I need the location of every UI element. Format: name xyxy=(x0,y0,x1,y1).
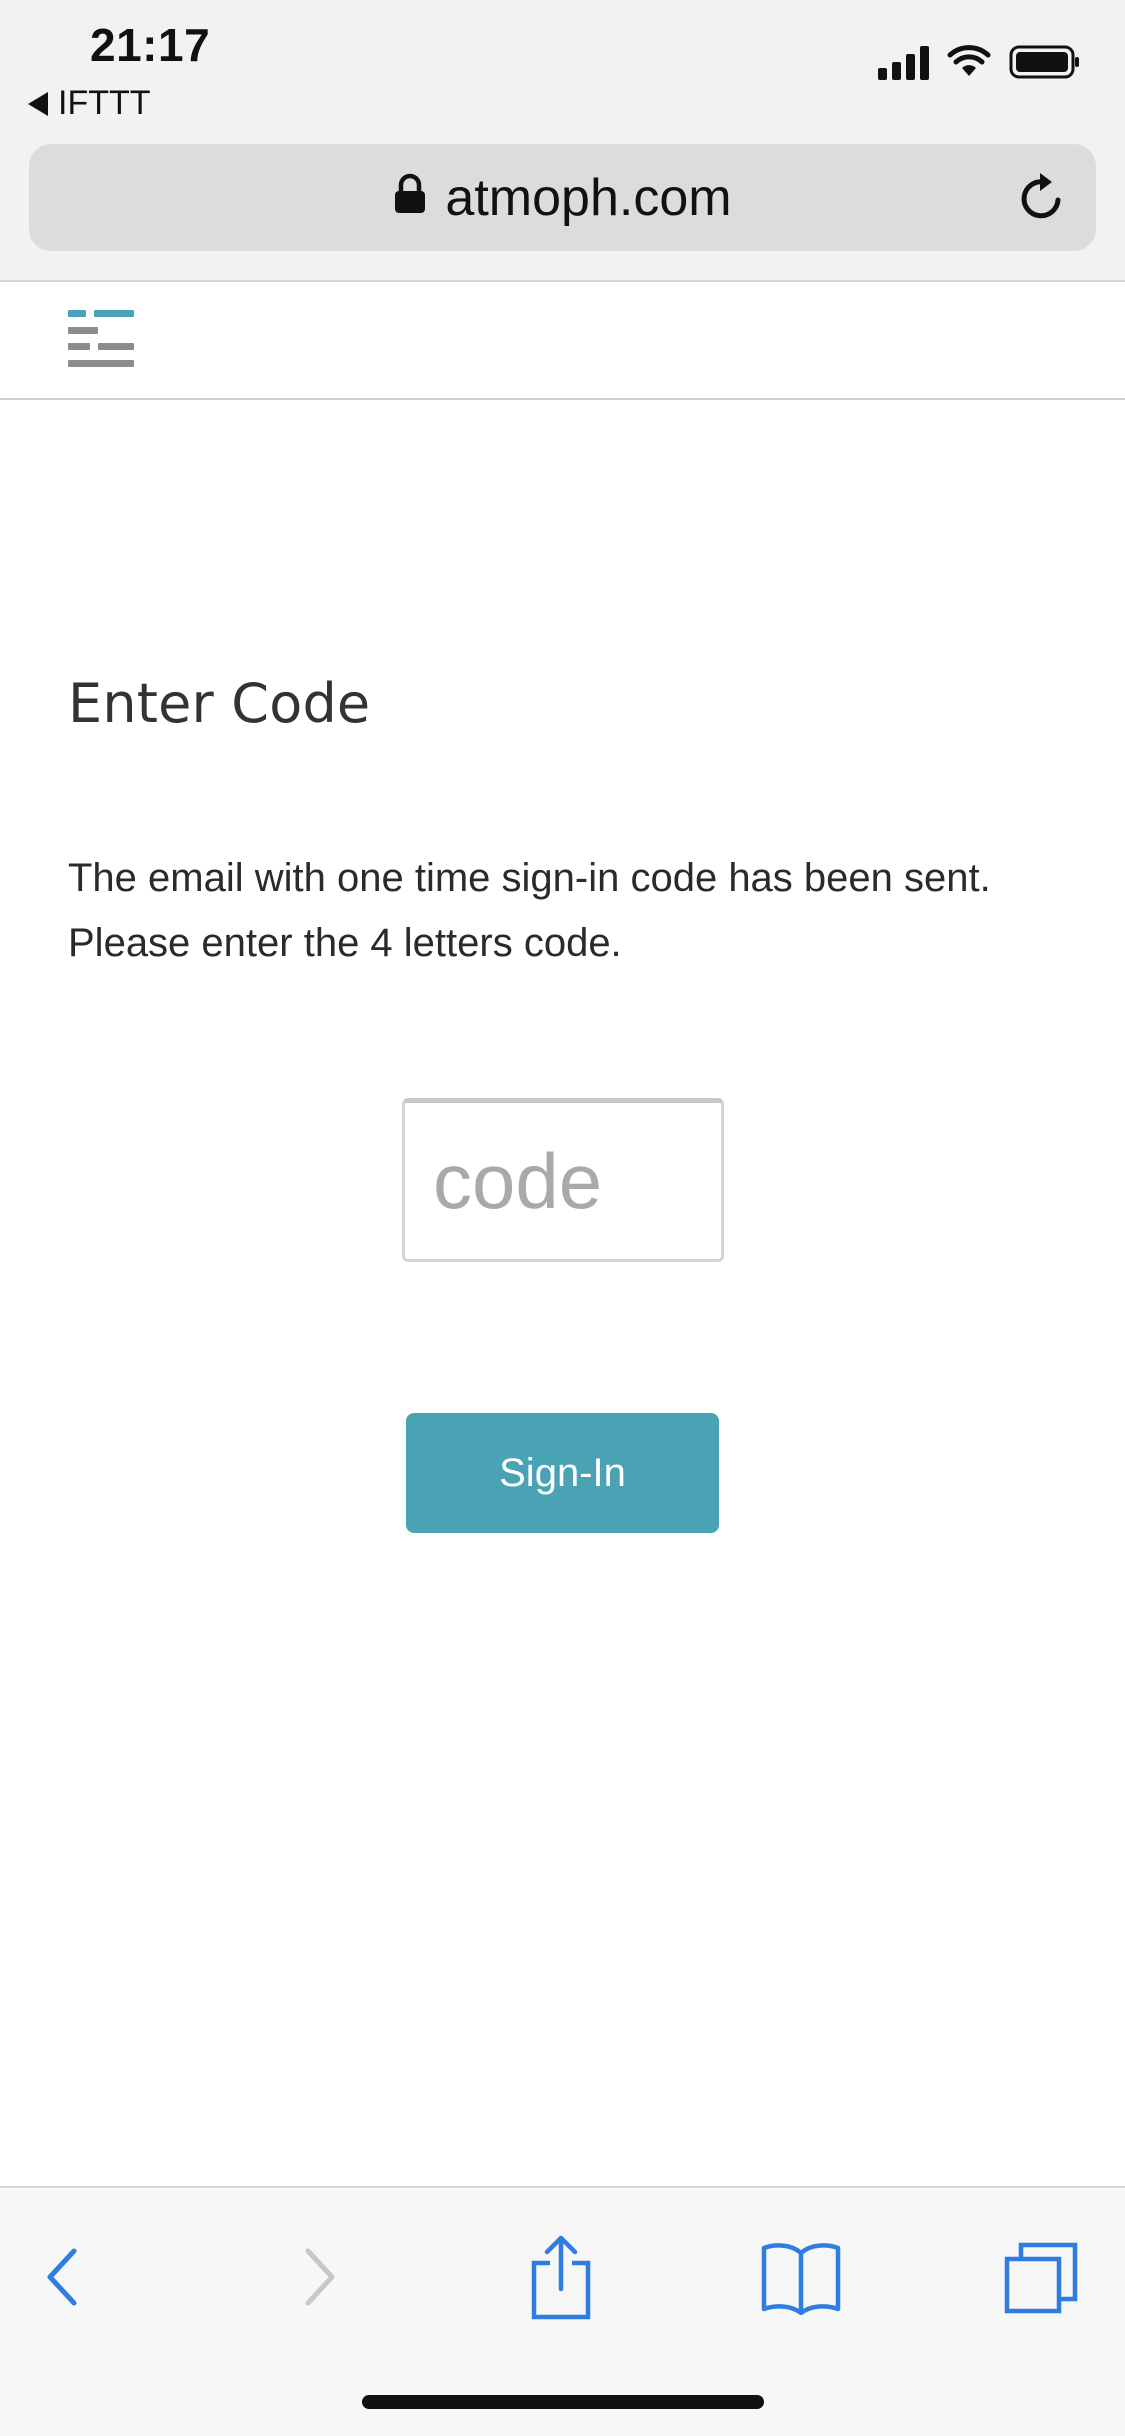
address-bar[interactable]: atmoph.com xyxy=(29,144,1096,251)
home-indicator[interactable] xyxy=(362,2395,764,2409)
back-triangle-icon xyxy=(28,91,48,116)
instruction-line-1: The email with one time sign-in code has… xyxy=(68,856,991,900)
instruction-line-2: Please enter the 4 letters code. xyxy=(68,921,622,965)
sign-in-button[interactable]: Sign-In xyxy=(406,1413,719,1533)
status-indicators xyxy=(878,44,1081,80)
instruction-text: The email with one time sign-in code has… xyxy=(68,846,1068,976)
share-icon[interactable] xyxy=(516,2232,606,2322)
browser-top-chrome: 21:17 IFTTT atmoph.com xyxy=(0,0,1125,282)
page-title: Enter Code xyxy=(68,672,371,735)
url-text: atmoph.com xyxy=(445,168,732,227)
site-header xyxy=(0,282,1125,400)
address-display[interactable]: atmoph.com xyxy=(29,144,1096,251)
menu-icon[interactable] xyxy=(68,308,134,372)
wifi-icon xyxy=(947,45,991,79)
chevron-right-icon[interactable] xyxy=(272,2232,362,2322)
code-input[interactable] xyxy=(402,1098,724,1262)
back-to-app-button[interactable]: IFTTT xyxy=(28,84,151,123)
lock-icon xyxy=(393,168,427,228)
book-icon[interactable] xyxy=(756,2232,846,2322)
status-time: 21:17 xyxy=(90,19,211,71)
chevron-left-icon[interactable] xyxy=(20,2232,110,2322)
back-to-app-label: IFTTT xyxy=(58,84,151,122)
cellular-signal-icon xyxy=(878,44,929,80)
reload-icon[interactable] xyxy=(1014,170,1070,226)
battery-icon xyxy=(1009,44,1081,80)
tabs-icon[interactable] xyxy=(996,2232,1086,2322)
